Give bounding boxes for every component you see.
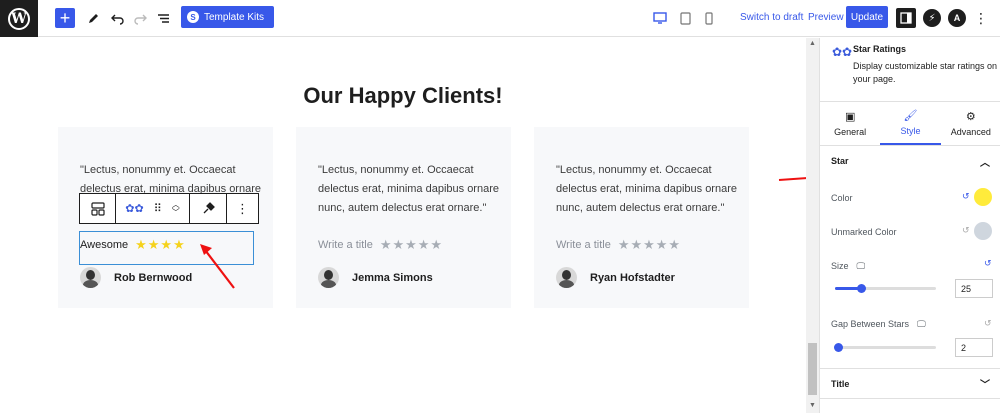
gap-slider[interactable] [834,343,936,352]
section-title: Title [831,378,850,389]
client-info: Jemma Simons [318,267,433,288]
style-brush-icon[interactable] [190,194,227,223]
section-title: Star [831,156,849,166]
rating-title[interactable]: Write a title [318,239,373,251]
size-input[interactable]: 25 [955,279,993,298]
scroll-down-icon[interactable]: ▼ [809,402,816,409]
settings-sidebar: ✿✿ Star Ratings Display customizable sta… [819,38,1000,413]
gear-icon: ⚙ [965,111,976,123]
size-slider[interactable] [835,284,936,293]
tab-advanced[interactable]: ⚙ Advanced [941,102,1000,145]
desktop-device-icon[interactable]: 🖵 [857,261,866,272]
block-type-group: ✿✿ ⠿ ︿ ﹀ [116,194,190,223]
selected-block-outline [79,231,254,265]
title-section-header[interactable]: Title ﹀ [820,368,1000,398]
divider [820,398,1000,399]
wordpress-icon: W [8,7,30,30]
parent-block-icon[interactable] [80,194,116,223]
testimonial-card[interactable]: "Lectus, nonummy et. Occaecat delectus e… [296,127,511,308]
avatar [80,267,101,288]
template-kits-label: Template Kits [204,11,265,23]
reset-icon[interactable]: ↺ [984,258,992,269]
switch-to-draft-button[interactable]: Switch to draft [740,12,803,23]
editor-canvas: Our Happy Clients! "Lectus, nonummy et. … [0,38,806,413]
star-section-header[interactable]: Star ︿ [820,146,1000,176]
wordpress-logo[interactable]: W [0,0,38,37]
color-swatch[interactable] [974,188,992,206]
move-up-down-icon[interactable]: ︿ ﹀ [172,200,180,217]
mobile-view-icon[interactable] [702,7,716,29]
paint-bucket-icon: 🖌 [903,110,918,122]
add-block-button[interactable]: + [55,8,75,28]
rating-stars: ★★★★★ [379,237,444,252]
preview-button[interactable]: Preview [808,12,844,23]
tab-general[interactable]: ▣ General [820,102,880,145]
slider-handle[interactable] [834,343,843,352]
block-description: Display customizable star ratings on you… [853,61,998,84]
tab-label: Advanced [950,127,991,137]
template-kits-icon: S [187,11,199,23]
avatar [556,267,577,288]
scroll-up-icon[interactable]: ▲ [809,40,816,47]
desktop-view-icon[interactable] [652,7,668,29]
page-heading[interactable]: Our Happy Clients! [0,83,806,109]
unmarked-color-label: Unmarked Color [831,227,897,237]
star-rating-block[interactable]: Write a title ★★★★★ [556,237,681,253]
chevron-up-icon: ︿ [980,157,990,169]
client-info: Ryan Hofstadter [556,267,675,288]
rating-stars: ★★★★★ [617,237,682,252]
avatar [318,267,339,288]
block-toolbar: ✿✿ ⠿ ︿ ﹀ ⋮ [79,193,259,224]
testimonial-quote[interactable]: "Lectus, nonummy et. Occaecat delectus e… [318,161,503,218]
star-ratings-block-icon[interactable]: ✿✿ [125,202,143,215]
tablet-view-icon[interactable] [677,7,693,29]
gap-label: Gap Between Stars [831,319,910,329]
settings-tabs: ▣ General 🖌 Style ⚙ Advanced [820,102,1000,146]
testimonial-quote[interactable]: "Lectus, nonummy et. Occaecat delectus e… [556,161,741,218]
plugin-a-icon[interactable]: A [948,9,966,27]
undo-icon[interactable] [109,7,125,29]
lightning-plugin-icon[interactable]: ⚡ [923,9,941,27]
color-label: Color [831,193,853,203]
options-menu-icon[interactable]: ⋮ [974,7,988,29]
testimonial-card[interactable]: "Lectus, nonummy et. Occaecat delectus e… [534,127,749,308]
block-card: ✿✿ Star Ratings Display customizable sta… [820,38,1000,102]
reset-icon[interactable]: ↺ [962,191,970,202]
client-name[interactable]: Jemma Simons [352,272,433,284]
general-icon: ▣ [844,111,856,123]
block-title: Star Ratings [853,44,907,54]
desktop-device-icon[interactable]: 🖵 [917,319,926,330]
gap-input[interactable]: 2 [955,338,993,357]
client-info: Rob Bernwood [80,267,192,288]
gap-control: Gap Between Stars 🖵 [831,319,926,330]
redo-icon[interactable] [132,7,148,29]
tab-label: General [834,127,867,137]
template-kits-button[interactable]: S Template Kits [181,6,275,28]
sidebar-scrollbar[interactable]: ▲ ▼ [806,38,819,413]
scrollbar-thumb[interactable] [808,343,817,395]
update-button[interactable]: Update [846,6,888,28]
star-rating-block[interactable]: Write a title ★★★★★ [318,237,443,253]
settings-sidebar-icon[interactable] [896,8,916,28]
document-overview-icon[interactable] [155,7,171,29]
pencil-icon[interactable] [85,7,101,29]
tab-style[interactable]: 🖌 Style [880,102,941,145]
star-ratings-block-icon: ✿✿ [832,45,853,59]
block-options-icon[interactable]: ⋮ [227,194,258,223]
slider-handle[interactable] [857,284,866,293]
client-name[interactable]: Ryan Hofstadter [590,272,675,284]
chevron-down-icon: ﹀ [980,380,990,391]
tab-label: Style [900,126,921,136]
reset-icon[interactable]: ↺ [962,225,970,236]
size-label: Size [831,261,849,271]
drag-handle-icon[interactable]: ⠿ [154,202,162,215]
unmarked-color-swatch[interactable] [974,222,992,240]
editor-top-bar: W + S Template Kits Switch to draft Prev… [0,0,1000,37]
client-name[interactable]: Rob Bernwood [114,272,192,284]
rating-title[interactable]: Write a title [556,239,611,251]
reset-icon[interactable]: ↺ [984,318,992,329]
size-control: Size 🖵 [831,261,865,272]
